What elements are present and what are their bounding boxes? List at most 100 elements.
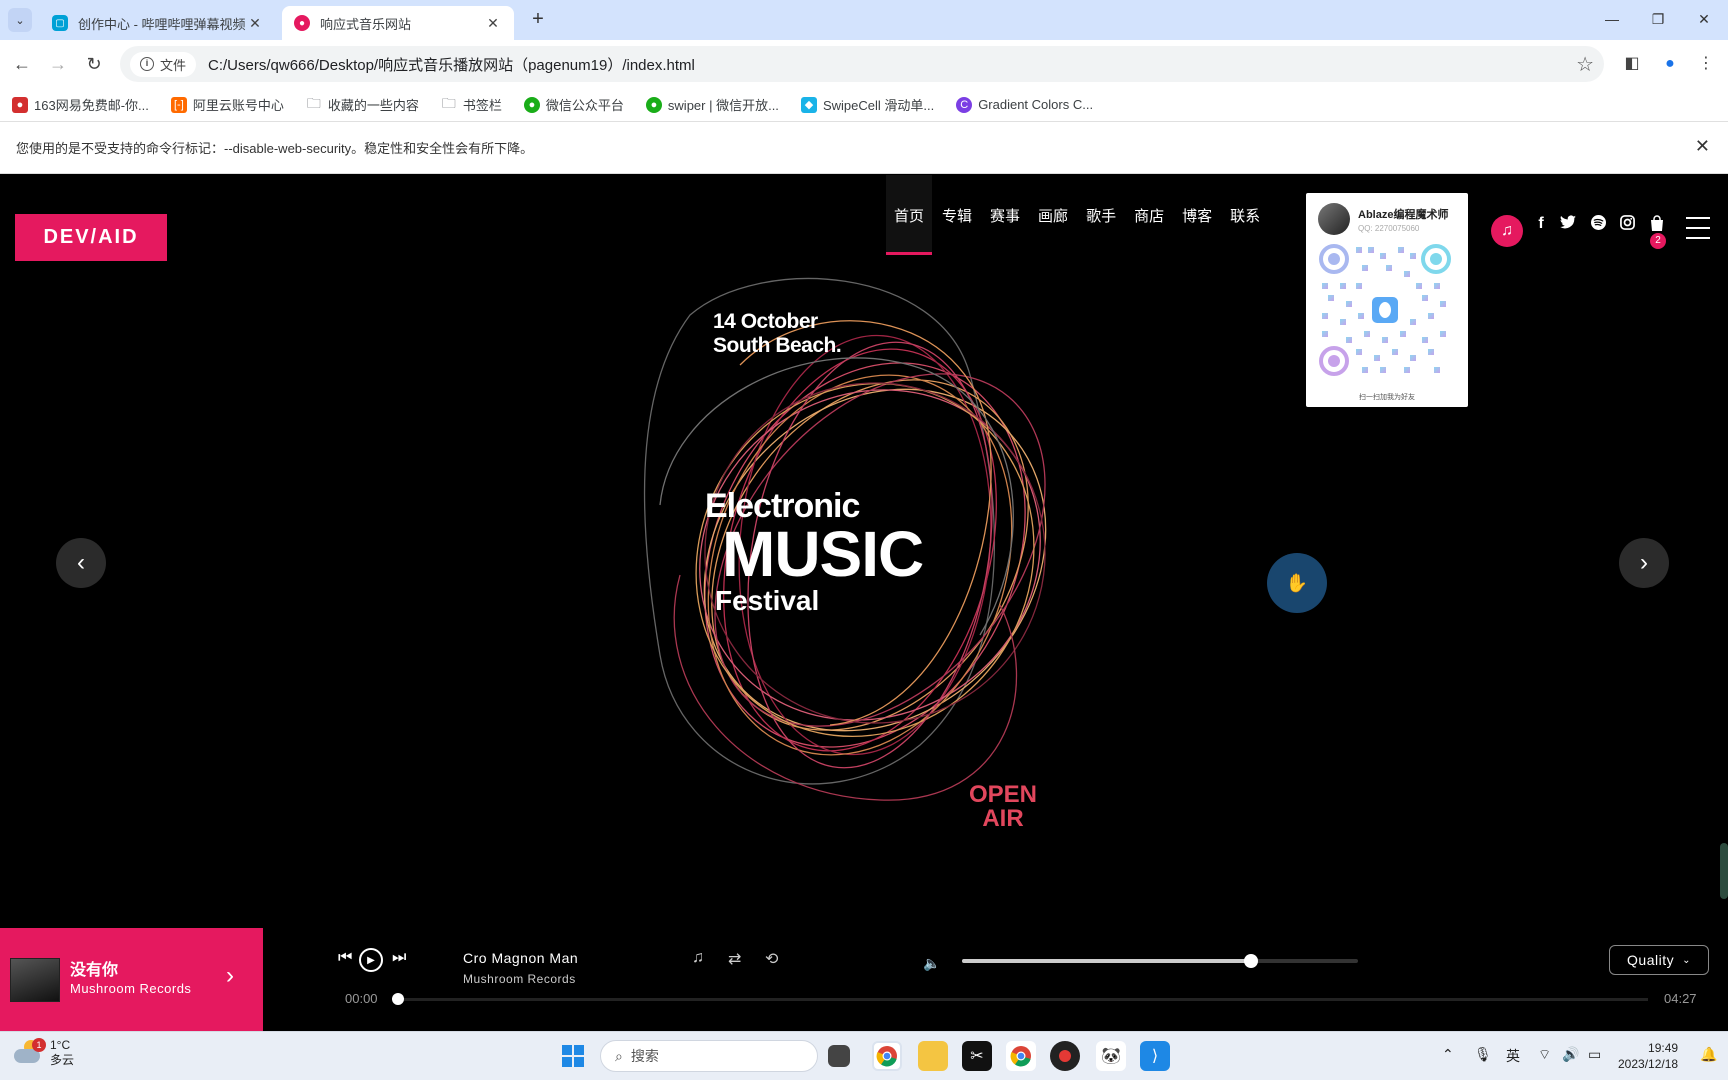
bookmark-item[interactable]: ● 163网易免费邮-你... [12, 95, 149, 114]
volume-slider[interactable] [962, 954, 1358, 968]
notification-bell-icon[interactable]: 🔔 [1700, 1046, 1717, 1063]
microphone-icon[interactable]: 🎙 [1474, 1046, 1492, 1063]
bookmark-folder[interactable]: 🗀 收藏的一些内容 [306, 95, 419, 114]
tab-bilibili[interactable]: ▢ 创作中心 - 哔哩哔哩弹幕视频网 ✕ [40, 6, 276, 40]
playlist-icon[interactable]: ♫ [692, 949, 704, 967]
weather-widget[interactable]: 1 1°C 多云 [14, 1038, 74, 1068]
nav-item-shop[interactable]: 商店 [1126, 175, 1172, 255]
now-playing-card[interactable]: 没有你 Mushroom Records › [0, 928, 263, 1031]
site-logo[interactable]: DEV/AID [15, 214, 167, 261]
ime-indicator[interactable]: 英 [1506, 1046, 1520, 1066]
back-button[interactable]: ← [10, 52, 34, 76]
bookmarks-bar: ● 163网易免费邮-你... [-] 阿里云账号中心 🗀 收藏的一些内容 🗀 书签栏 … [0, 88, 1728, 122]
instagram-glyph [1619, 215, 1635, 230]
info-icon: i [140, 57, 154, 71]
infobar-close-icon[interactable]: ✕ [1695, 136, 1710, 157]
spotify-icon[interactable] [1587, 215, 1609, 235]
site-info-chip[interactable]: i 文件 [130, 51, 197, 77]
chevron-down-icon: ⌄ [1682, 954, 1691, 966]
speaker-icon[interactable]: 🔊 [1562, 1046, 1579, 1063]
battery-icon[interactable]: ▭ [1588, 1046, 1601, 1063]
nav-item-gallery[interactable]: 画廊 [1030, 175, 1076, 255]
profile-icon[interactable]: ● [1658, 52, 1682, 76]
qr-card-name: Ablaze编程魔术师 [1358, 208, 1449, 221]
bookmark-item[interactable]: ● swiper | 微信开放... [645, 95, 779, 114]
side-panel-icon[interactable]: ◧ [1620, 52, 1644, 76]
tab-music-site[interactable]: ● 响应式音乐网站 ✕ [282, 6, 514, 40]
taskbar-search[interactable]: ⌕ 搜索 [600, 1040, 818, 1072]
windows-taskbar: 1 1°C 多云 ⌕ 搜索 ✂ 🐼 ⟩ ⌃ 🎙 英 ⌔ 🔊 ▭ 19:49 20… [0, 1031, 1728, 1080]
volume-icon[interactable]: 🔈 [923, 955, 940, 972]
music-site-page: DEV/AID 首页 专辑 赛事 画廊 歌手 商店 博客 联系 Ablaze编程… [0, 175, 1728, 1031]
panda-app-icon[interactable]: 🐼 [1096, 1041, 1126, 1071]
recorder-icon[interactable] [1050, 1041, 1080, 1071]
tab-close-icon[interactable]: ✕ [246, 15, 264, 32]
shuffle-icon[interactable]: ⇄ [728, 949, 741, 969]
instagram-icon[interactable] [1616, 215, 1638, 235]
duration: 04:27 [1664, 991, 1697, 1006]
bookmark-item[interactable]: ◆ SwipeCell 滑动单... [800, 95, 934, 114]
progress-bar[interactable] [392, 993, 1648, 1005]
chrome-icon[interactable] [872, 1041, 902, 1071]
bilibili-icon: ▢ [52, 15, 68, 31]
quality-select[interactable]: Quality ⌄ [1609, 945, 1709, 975]
repeat-icon[interactable]: ⟲ [765, 949, 778, 969]
reload-button[interactable]: ↻ [82, 52, 106, 76]
search-placeholder: 搜索 [630, 1048, 659, 1064]
hamburger-menu-icon[interactable] [1686, 217, 1710, 239]
wifi-icon[interactable]: ⌔ [1538, 1046, 1551, 1064]
now-playing-title: 没有你 [70, 962, 119, 979]
bookmark-star-icon[interactable]: ☆ [1576, 52, 1594, 77]
cart-count-badge: 2 [1650, 233, 1666, 249]
bookmark-item[interactable]: ● 微信公众平台 [523, 95, 624, 114]
windows-start-icon[interactable] [558, 1041, 588, 1071]
scrollbar-thumb[interactable] [1720, 843, 1728, 899]
tray-chevron-icon[interactable]: ⌃ [1442, 1046, 1454, 1063]
vscode-icon[interactable]: ⟩ [1140, 1041, 1170, 1071]
weather-badge: 1 [32, 1038, 46, 1052]
url-text: C:/Users/qw666/Desktop/响应式音乐播放网站（pagenum… [208, 56, 695, 74]
minimize-button[interactable]: — [1592, 6, 1632, 32]
chevron-right-icon[interactable]: › [226, 962, 234, 990]
chrome-alt-icon[interactable] [1006, 1041, 1036, 1071]
system-clock[interactable]: 19:49 2023/12/18 [1618, 1040, 1678, 1072]
tab-label: 创作中心 - 哔哩哔哩弹幕视频网 [78, 16, 246, 32]
warning-infobar: 您使用的是不受支持的命令行标记：--disable-web-security。稳… [0, 122, 1728, 174]
now-playing-label: Mushroom Records [70, 981, 192, 996]
progress-knob[interactable] [392, 993, 404, 1005]
twitter-icon[interactable] [1557, 215, 1579, 234]
volume-knob[interactable] [1244, 954, 1259, 968]
twitter-glyph [1560, 215, 1576, 229]
menu-kebab-icon[interactable]: ⋮ [1694, 52, 1718, 76]
facebook-icon[interactable]: f [1530, 215, 1552, 233]
next-track-icon[interactable]: ⏭ [392, 949, 406, 967]
task-view-icon[interactable] [828, 1045, 850, 1067]
previous-track-icon[interactable]: ⏮ [338, 949, 352, 967]
forward-button[interactable]: → [46, 52, 70, 76]
music-note-icon[interactable]: ♫ [1491, 215, 1523, 247]
close-window-button[interactable]: ✕ [1684, 6, 1724, 32]
file-explorer-icon[interactable] [918, 1041, 948, 1071]
bookmark-item[interactable]: [-] 阿里云账号中心 [170, 95, 284, 114]
tab-strip: ⌄ ▢ 创作中心 - 哔哩哔哩弹幕视频网 ✕ ● 响应式音乐网站 ✕ + — ❐… [0, 0, 1728, 40]
poster-date-line2: South Beach. [713, 334, 842, 357]
wechat-icon: ● [523, 96, 540, 113]
slider-prev-button[interactable]: ‹ [56, 538, 106, 588]
tab-search-dropdown[interactable]: ⌄ [8, 8, 32, 32]
new-tab-button[interactable]: + [526, 8, 550, 32]
nav-item-albums[interactable]: 专辑 [934, 175, 980, 255]
bookmark-folder[interactable]: 🗀 书签栏 [441, 95, 502, 114]
capcut-icon[interactable]: ✂ [962, 1041, 992, 1071]
nav-item-blog[interactable]: 博客 [1174, 175, 1220, 255]
nav-item-home[interactable]: 首页 [886, 175, 933, 255]
nav-item-events[interactable]: 赛事 [982, 175, 1028, 255]
tab-close-icon[interactable]: ✕ [484, 15, 502, 32]
play-button[interactable]: ▶ [359, 948, 383, 972]
bookmark-item[interactable]: C Gradient Colors C... [956, 96, 1093, 113]
slider-next-button[interactable]: › [1619, 538, 1669, 588]
nav-item-artists[interactable]: 歌手 [1078, 175, 1124, 255]
nav-item-contact[interactable]: 联系 [1222, 175, 1268, 255]
restore-button[interactable]: ❐ [1638, 6, 1678, 32]
address-bar[interactable]: i 文件 C:/Users/qw666/Desktop/响应式音乐播放网站（pa… [120, 46, 1604, 82]
search-icon: ⌕ [615, 1047, 623, 1064]
